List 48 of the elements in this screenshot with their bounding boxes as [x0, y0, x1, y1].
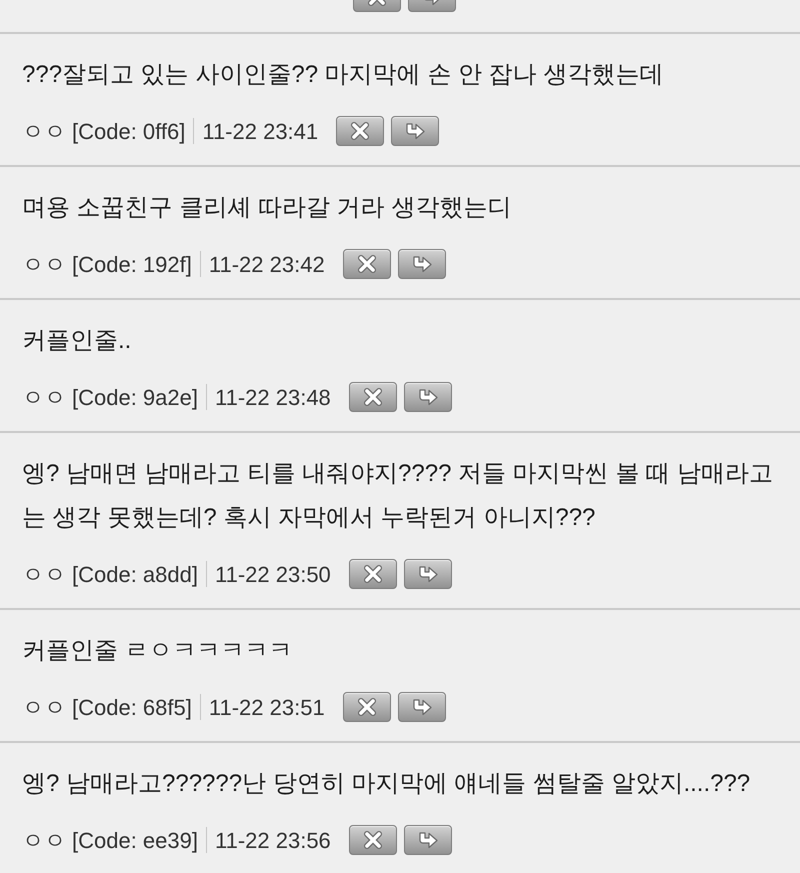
- comment-text: 엥? 남매라고??????난 당연히 마지막에 얘네들 썸탈줄 알았지....???: [22, 769, 752, 799]
- author-name: ㅇㅇ: [22, 250, 66, 278]
- author-name: ㅇㅇ: [22, 694, 66, 722]
- reply-button[interactable]: [404, 382, 452, 412]
- author-name: ㅇㅇ: [22, 826, 66, 854]
- comment-time: 11-22 23:56: [214, 826, 331, 854]
- close-icon: [362, 388, 383, 406]
- delete-button[interactable]: [348, 825, 397, 855]
- comment-time: 11-22 23:48: [214, 384, 331, 412]
- comment-code: [Code: ee39]: [72, 826, 198, 855]
- delete-button[interactable]: [348, 559, 397, 589]
- comment-text: 며용 소꿉친구 클리셰 따라갈 거라 생각했는디: [22, 193, 512, 223]
- author-name: ㅇㅇ: [22, 118, 66, 146]
- comment-code: [Code: 0ff6]: [72, 118, 186, 146]
- comment-text: 엥? 남매면 남매라고 티를 내줘야지???? 저들 마지막씬 볼 때 남매라고는 생각 못했는데? 혹시 자막에서 누락된거 아니지???: [22, 459, 774, 533]
- reply-button[interactable]: [404, 825, 452, 855]
- close-icon: [350, 122, 370, 140]
- curved-arrow-icon: [410, 698, 433, 716]
- comment-code: [Code: a8dd]: [72, 560, 198, 589]
- comment-text: ???잘되고 있는 사이인줄?? 마지막에 손 안 잡나 생각했는데: [22, 60, 664, 90]
- comment-code: [Code: 9a2e]: [72, 384, 198, 412]
- comment-code: [Code: 68f5]: [72, 694, 192, 722]
- close-icon: [356, 698, 377, 716]
- delete-button[interactable]: [336, 116, 384, 146]
- curved-arrow-icon: [416, 831, 439, 849]
- reply-button[interactable]: [398, 692, 446, 722]
- comment-text: 커플인줄..: [22, 326, 132, 356]
- author-name: ㅇㅇ: [22, 560, 66, 588]
- close-icon: [362, 831, 383, 849]
- comment-time: 11-22 23:42: [208, 250, 325, 278]
- comment-text: 커플인줄 ㄹㅇㅋㅋㅋㅋㅋ: [22, 636, 294, 666]
- curved-arrow-icon: [410, 255, 433, 273]
- comment-code: [Code: 192f]: [72, 250, 192, 279]
- delete-button[interactable]: [348, 382, 397, 412]
- reply-button[interactable]: [398, 249, 446, 279]
- reply-button[interactable]: [404, 559, 452, 589]
- author-name: ㅇㅇ: [22, 384, 66, 412]
- delete-button[interactable]: [342, 692, 391, 722]
- comment-time: 11-22 23:41: [202, 118, 318, 146]
- curved-arrow-icon: [416, 565, 439, 583]
- delete-button[interactable]: [342, 249, 391, 279]
- comment-time: 11-22 23:51: [208, 694, 325, 722]
- comment-time: 11-22 23:50: [214, 560, 331, 588]
- curved-arrow-icon: [404, 122, 426, 140]
- close-icon: [356, 255, 377, 273]
- curved-arrow-icon: [416, 388, 439, 406]
- close-icon: [362, 565, 383, 583]
- reply-button[interactable]: [391, 116, 440, 146]
